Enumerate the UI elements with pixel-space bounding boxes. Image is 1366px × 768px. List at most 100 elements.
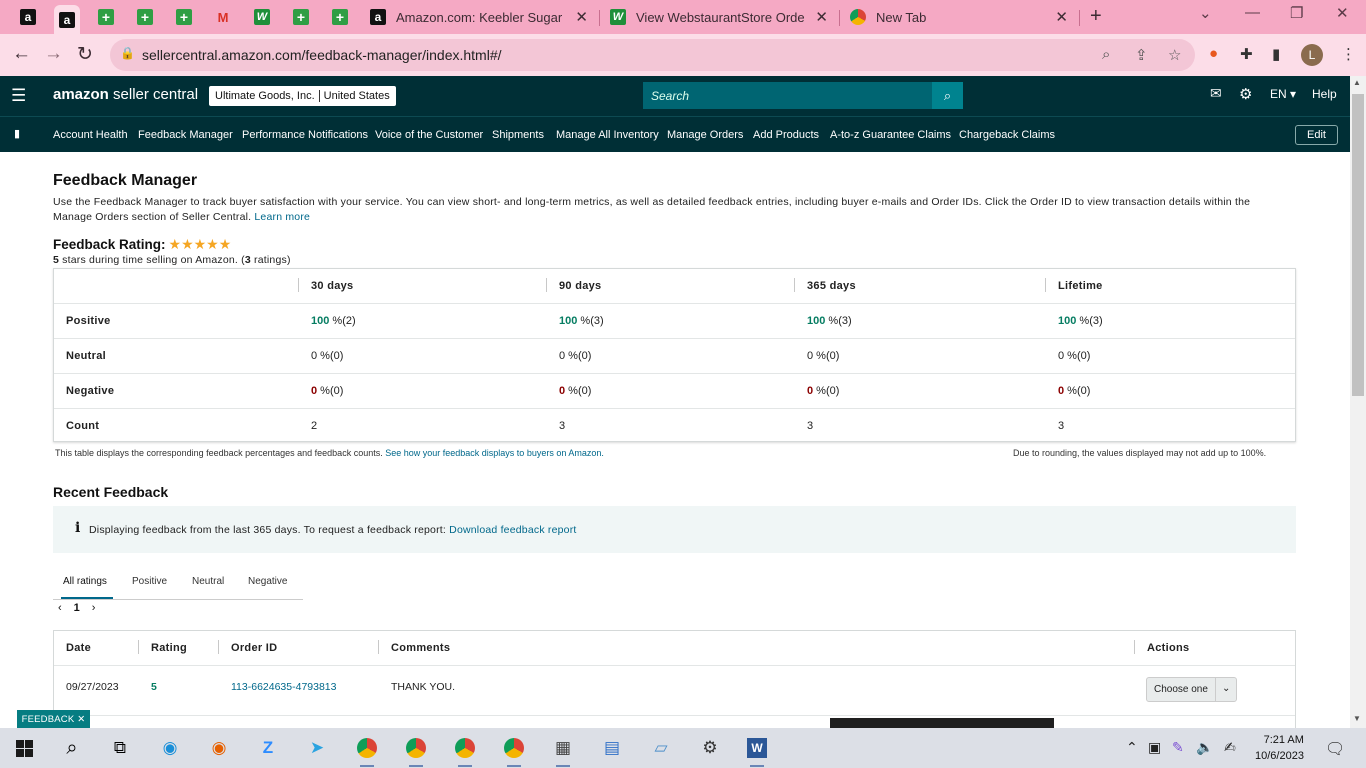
- scroll-down-icon[interactable]: ▼: [1353, 714, 1361, 723]
- prev-page-icon[interactable]: ‹: [58, 602, 62, 614]
- tray-app-icon[interactable]: ▣: [1148, 739, 1161, 756]
- close-window-icon[interactable]: ✕: [1336, 4, 1349, 22]
- feedback-widget-button[interactable]: FEEDBACK ✕: [17, 710, 90, 728]
- running-indicator: [556, 765, 570, 767]
- pct-suffix: %: [1076, 315, 1090, 327]
- notifications-icon[interactable]: 🗨: [1325, 739, 1345, 759]
- seller-central-logo[interactable]: amazon seller central: [53, 86, 198, 103]
- language-selector[interactable]: EN ▾: [1270, 87, 1296, 101]
- tab-neutral[interactable]: Neutral: [192, 576, 224, 587]
- pinned-tab-sheets[interactable]: +: [93, 5, 119, 29]
- close-tab-icon[interactable]: ✕: [1055, 8, 1068, 26]
- tab-positive[interactable]: Positive: [132, 576, 167, 587]
- settings-icon[interactable]: ⚙: [698, 736, 722, 760]
- pinned-tab-gmail[interactable]: M: [210, 5, 236, 29]
- browser-menu-icon[interactable]: ⋮: [1341, 45, 1356, 63]
- profile-avatar[interactable]: L: [1301, 44, 1323, 66]
- chrome-profile-icon[interactable]: [355, 736, 379, 760]
- calculator-icon[interactable]: ▤: [600, 736, 624, 760]
- search-button[interactable]: ⌕: [932, 82, 963, 109]
- chrome-profile-icon[interactable]: [453, 736, 477, 760]
- pinned-tab-sheets[interactable]: +: [132, 5, 158, 29]
- firefox-icon[interactable]: ◉: [207, 736, 231, 760]
- chrome-profile-icon[interactable]: [502, 736, 526, 760]
- tray-overflow-icon[interactable]: ⌃: [1126, 739, 1138, 756]
- pct-suffix: %: [813, 350, 826, 362]
- nav-a-to-z-claims[interactable]: A-to-z Guarantee Claims: [830, 129, 951, 141]
- edit-nav-button[interactable]: Edit: [1295, 125, 1338, 145]
- search-input[interactable]: [643, 82, 932, 109]
- help-link[interactable]: Help: [1312, 87, 1337, 101]
- extension-fire-icon[interactable]: ●: [1209, 45, 1218, 62]
- reload-icon[interactable]: ↻: [77, 43, 93, 66]
- nav-performance-notifications[interactable]: Performance Notifications: [242, 129, 368, 141]
- address-bar[interactable]: 🔒 sellercentral.amazon.com/feedback-mana…: [110, 39, 1195, 71]
- nav-chargeback-claims[interactable]: Chargeback Claims: [959, 129, 1055, 141]
- minimize-icon[interactable]: —: [1245, 4, 1260, 21]
- close-tab-icon[interactable]: ✕: [575, 8, 588, 26]
- nav-manage-all-inventory[interactable]: Manage All Inventory: [556, 129, 659, 141]
- nav-add-products[interactable]: Add Products: [753, 129, 819, 141]
- tab-negative[interactable]: Negative: [248, 576, 287, 587]
- pinned-tab-sheets[interactable]: +: [171, 5, 197, 29]
- system-clock[interactable]: 7:21 AM 10/6/2023: [1255, 732, 1304, 764]
- pinned-tab-webstaurant[interactable]: W: [249, 5, 275, 29]
- side-panel-icon[interactable]: ▮: [1272, 45, 1280, 63]
- nav-shipments[interactable]: Shipments: [492, 129, 544, 141]
- order-id-link[interactable]: 113-6624635-4793813: [231, 681, 337, 693]
- tab-all-ratings[interactable]: All ratings: [63, 576, 107, 587]
- scrollbar-thumb[interactable]: [1352, 94, 1364, 396]
- page-scrollbar[interactable]: ▲ ▼: [1350, 76, 1366, 728]
- pct-suffix: %: [825, 315, 839, 327]
- new-tab-button[interactable]: +: [1090, 5, 1102, 28]
- forward-icon[interactable]: →: [44, 43, 63, 65]
- pinned-tab-sheets[interactable]: +: [288, 5, 314, 29]
- nav-account-health[interactable]: Account Health: [53, 129, 128, 141]
- telegram-icon[interactable]: ➤: [305, 736, 329, 760]
- task-view-icon[interactable]: ⧉: [108, 736, 132, 760]
- tab-new-tab[interactable]: New Tab ✕: [842, 5, 1078, 29]
- pinned-tab-amazon[interactable]: a: [15, 5, 41, 29]
- bookmark-star-icon[interactable]: ☆: [1168, 46, 1181, 64]
- gear-icon[interactable]: ⚙: [1239, 85, 1252, 103]
- word-icon[interactable]: W: [747, 738, 767, 758]
- chrome-profile-icon[interactable]: [404, 736, 428, 760]
- back-icon[interactable]: ←: [12, 43, 31, 65]
- share-icon[interactable]: ⇪: [1135, 46, 1148, 64]
- buyer-display-link[interactable]: See how your feedback displays to buyers…: [385, 448, 604, 458]
- pinned-tab-sheets[interactable]: +: [327, 5, 353, 29]
- pen-ink-icon[interactable]: ✍: [1224, 739, 1236, 756]
- learn-more-link[interactable]: Learn more: [254, 211, 310, 223]
- metric-count: (3): [590, 315, 604, 327]
- current-page[interactable]: 1: [74, 602, 80, 614]
- next-page-icon[interactable]: ›: [92, 602, 96, 614]
- edge-icon[interactable]: ◉: [158, 736, 182, 760]
- menu-icon[interactable]: ☰: [11, 86, 26, 106]
- tab-amazon-keebler[interactable]: a Amazon.com: Keebler Sugar Wa ✕: [362, 5, 598, 29]
- scroll-up-icon[interactable]: ▲: [1353, 78, 1361, 87]
- volume-icon[interactable]: 🔈: [1196, 739, 1213, 756]
- nav-manage-orders[interactable]: Manage Orders: [667, 129, 743, 141]
- close-tab-icon[interactable]: ✕: [815, 8, 828, 26]
- pinned-tab-amazon-active[interactable]: a: [54, 5, 80, 34]
- nav-feedback-manager[interactable]: Feedback Manager: [138, 129, 233, 141]
- nav-voice-of-customer[interactable]: Voice of the Customer: [375, 129, 483, 141]
- zoom-app-icon[interactable]: Z: [256, 736, 280, 760]
- download-report-link[interactable]: Download feedback report: [449, 524, 576, 536]
- zoom-icon[interactable]: ⌕: [1102, 46, 1110, 63]
- actions-dropdown[interactable]: Choose one ⌄: [1146, 677, 1238, 702]
- restore-icon[interactable]: ❐: [1290, 4, 1303, 22]
- notepad-icon[interactable]: ▱: [649, 736, 673, 760]
- webstaurant-icon: W: [254, 9, 270, 25]
- extensions-puzzle-icon[interactable]: ✚: [1240, 45, 1253, 63]
- metric-cell: 100 %(3): [559, 315, 604, 327]
- search-icon[interactable]: ⌕: [60, 736, 84, 760]
- tab-search-icon[interactable]: ⌄: [1199, 4, 1212, 22]
- pen-icon[interactable]: ✎: [1172, 739, 1184, 756]
- tab-webstaurant-orders[interactable]: W View WebstaurantStore Orders ✕: [602, 5, 838, 29]
- store-selector[interactable]: Ultimate Goods, Inc. United States: [209, 86, 396, 106]
- windows-start-icon[interactable]: [12, 736, 36, 760]
- mail-icon[interactable]: ✉: [1210, 85, 1222, 102]
- app-icon[interactable]: ▦: [551, 736, 575, 760]
- bookmark-icon[interactable]: ▮: [14, 127, 20, 140]
